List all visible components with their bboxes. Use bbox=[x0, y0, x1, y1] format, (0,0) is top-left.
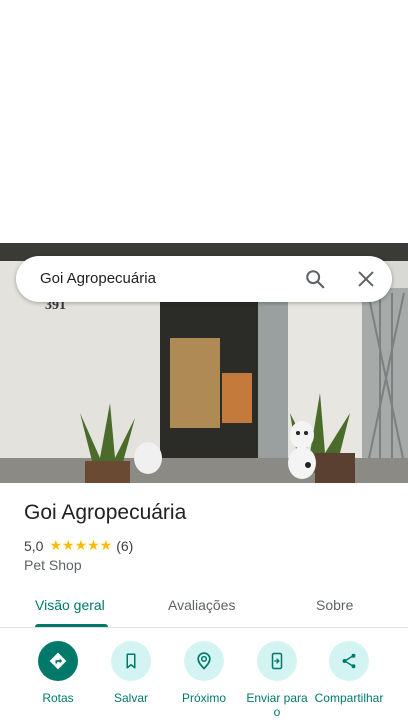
nearby-button[interactable]: Próximo bbox=[169, 641, 239, 705]
send-to-phone-label: Enviar para o bbox=[246, 691, 308, 719]
directions-label: Rotas bbox=[42, 691, 74, 705]
place-category: Pet Shop bbox=[24, 557, 82, 573]
bookmark-icon bbox=[111, 641, 151, 681]
search-bar[interactable]: Goi Agropecuária bbox=[16, 256, 392, 302]
place-title: Goi Agropecuária bbox=[24, 501, 187, 524]
share-icon bbox=[329, 641, 369, 681]
tab-reviews[interactable]: Avaliações bbox=[168, 597, 235, 613]
review-count: (6) bbox=[116, 537, 134, 554]
send-to-phone-icon bbox=[257, 641, 297, 681]
tab-about[interactable]: Sobre bbox=[316, 597, 353, 613]
search-input[interactable]: Goi Agropecuária bbox=[40, 270, 156, 287]
search-icon[interactable] bbox=[304, 268, 326, 290]
save-label: Salvar bbox=[113, 691, 148, 705]
save-button[interactable]: Salvar bbox=[96, 641, 166, 705]
star-rating-icon: ★★★★★ bbox=[49, 537, 113, 553]
share-button[interactable]: Compartilhar bbox=[314, 641, 384, 705]
directions-icon bbox=[38, 641, 78, 681]
tab-overview[interactable]: Visão geral bbox=[35, 597, 105, 613]
directions-button[interactable]: Rotas bbox=[23, 641, 93, 705]
nearby-icon bbox=[184, 641, 224, 681]
share-label: Compartilhar bbox=[314, 691, 384, 705]
place-details-panel: Goi Agropecuária 5,0 ★★★★★ (6) Pet Shop … bbox=[0, 483, 408, 726]
active-tab-indicator bbox=[35, 624, 108, 627]
tab-bar: Visão geral Avaliações Sobre bbox=[0, 585, 408, 628]
close-icon[interactable] bbox=[355, 268, 377, 290]
nearby-label: Próximo bbox=[181, 691, 226, 705]
rating-value: 5,0 bbox=[24, 537, 44, 554]
rating-row[interactable]: 5,0 ★★★★★ (6) bbox=[24, 537, 133, 554]
map-area-blank bbox=[0, 0, 408, 243]
send-to-phone-button[interactable]: Enviar para o bbox=[242, 641, 312, 719]
